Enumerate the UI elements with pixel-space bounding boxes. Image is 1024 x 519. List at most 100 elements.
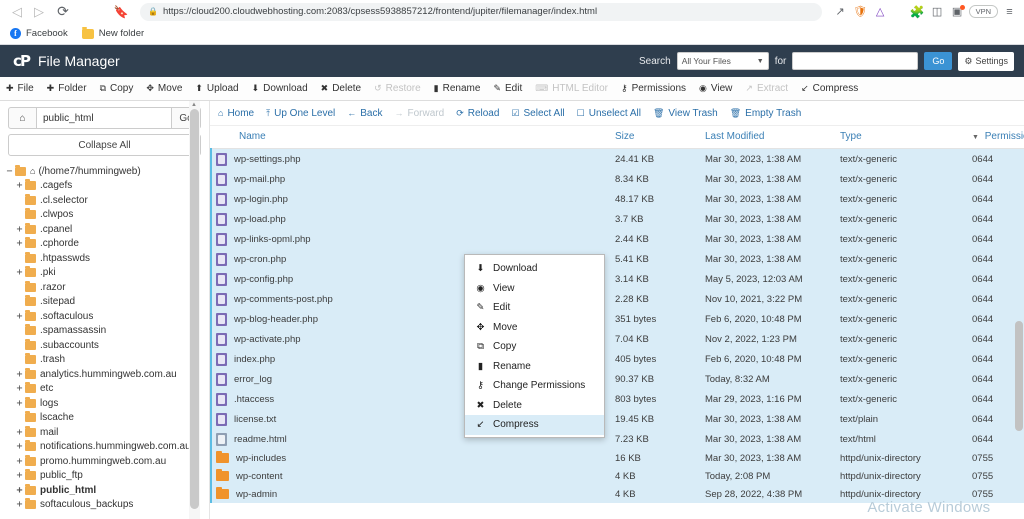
- settings-button[interactable]: ⚙ Settings: [958, 51, 1014, 71]
- context-menu-rename[interactable]: ▮ Rename: [465, 357, 604, 377]
- table-row[interactable]: wp-blog-header.php 351 bytes Feb 6, 2020, …: [210, 309, 1024, 329]
- toolbar-rename-button[interactable]: ▮ Rename: [434, 83, 481, 94]
- context-menu-move[interactable]: ✥ Move: [465, 318, 604, 338]
- table-row[interactable]: wp-load.php 3.7 KB Mar 30, 2023, 1:38 AM te…: [210, 209, 1024, 229]
- forward-button[interactable]: ▷: [28, 2, 50, 22]
- table-row[interactable]: license.txt 19.45 KB Mar 30, 2023, 1:38 AM…: [210, 409, 1024, 429]
- toolbar-upload-button[interactable]: ⬆ Upload: [195, 83, 238, 94]
- expand-icon[interactable]: +: [14, 427, 25, 438]
- table-row[interactable]: wp-activate.php 7.04 KB Nov 2, 2022, 1:23 …: [210, 329, 1024, 349]
- toolbar-permissions-button[interactable]: ⚷ Permissions: [621, 83, 686, 94]
- cell-name[interactable]: wp-admin: [210, 485, 611, 503]
- column-header-type[interactable]: Type: [836, 126, 968, 149]
- back-button[interactable]: ◁: [6, 2, 28, 22]
- table-row[interactable]: wp-links-opml.php 2.44 KB Mar 30, 2023, 1:…: [210, 229, 1024, 249]
- table-row[interactable]: wp-login.php 48.17 KB Mar 30, 2023, 1:38 A…: [210, 189, 1024, 209]
- filenav-up-one-level-button[interactable]: ⤒ Up One Level: [266, 108, 335, 119]
- menu-icon[interactable]: ≡: [1001, 3, 1018, 21]
- scrollbar-thumb[interactable]: [1015, 321, 1023, 431]
- expand-icon[interactable]: +: [14, 311, 25, 322]
- tree-item-htpasswds[interactable]: .htpasswds: [4, 251, 209, 266]
- tree-item-cl-selector[interactable]: .cl.selector: [4, 193, 209, 208]
- collapse-icon[interactable]: −: [4, 166, 15, 177]
- tree-item-home7-hummingweb[interactable]: − ⌂ (/home7/hummingweb): [4, 164, 209, 179]
- tree-item-mail[interactable]: + mail: [4, 425, 209, 440]
- cell-name[interactable]: wp-login.php: [210, 189, 611, 209]
- filenav-home-button[interactable]: ⌂ Home: [218, 108, 254, 119]
- tree-item-lscache[interactable]: lscache: [4, 411, 209, 426]
- table-row[interactable]: wp-content 4 KB Today, 2:08 PM httpd/unix-d…: [210, 467, 1024, 485]
- tree-item-razor[interactable]: .razor: [4, 280, 209, 295]
- filenav-view-trash-button[interactable]: 🗑 View Trash: [653, 108, 718, 119]
- toolbar-delete-button[interactable]: ✖ Delete: [321, 83, 361, 94]
- reload-button[interactable]: ⟳: [50, 2, 76, 22]
- table-row[interactable]: wp-includes 16 KB Mar 30, 2023, 1:38 AM htt…: [210, 449, 1024, 467]
- table-row[interactable]: readme.html 7.23 KB Mar 30, 2023, 1:38 AM t…: [210, 429, 1024, 449]
- expand-icon[interactable]: +: [14, 441, 25, 452]
- search-go-button[interactable]: Go: [924, 52, 953, 70]
- tree-item-cpanel[interactable]: + .cpanel: [4, 222, 209, 237]
- toolbar-edit-button[interactable]: ✎ Edit: [493, 83, 522, 94]
- column-header-last-modified[interactable]: Last Modified: [701, 126, 836, 149]
- tree-item-spamassassin[interactable]: .spamassassin: [4, 324, 209, 339]
- context-menu-download[interactable]: ⬇ Download: [465, 259, 604, 279]
- cell-name[interactable]: wp-links-opml.php: [210, 229, 611, 249]
- tree-item-logs[interactable]: + logs: [4, 396, 209, 411]
- toolbar-download-button[interactable]: ⬇ Download: [252, 83, 308, 94]
- cell-name[interactable]: wp-settings.php: [210, 148, 611, 169]
- table-row[interactable]: wp-config.php 3.14 KB May 5, 2023, 12:03 A…: [210, 269, 1024, 289]
- tree-item-cphorde[interactable]: + .cphorde: [4, 237, 209, 252]
- scroll-up-arrow-icon[interactable]: ▲: [191, 102, 197, 108]
- table-row[interactable]: wp-mail.php 8.34 KB Mar 30, 2023, 1:38 AM t…: [210, 169, 1024, 189]
- context-menu-edit[interactable]: ✎ Edit: [465, 298, 604, 318]
- filenav-back-button[interactable]: ← Back: [347, 108, 382, 119]
- file-pane-scrollbar[interactable]: [1015, 141, 1024, 519]
- filenav-reload-button[interactable]: ⟳ Reload: [456, 108, 499, 119]
- share-icon[interactable]: ↗: [832, 3, 849, 21]
- screenshot-icon[interactable]: ▣: [949, 3, 966, 21]
- expand-icon[interactable]: +: [14, 398, 25, 409]
- tree-item-softaculous-backups[interactable]: + softaculous_backups: [4, 498, 209, 513]
- table-row[interactable]: wp-comments-post.php 2.28 KB Nov 10, 2021,…: [210, 289, 1024, 309]
- context-menu-delete[interactable]: ✖ Delete: [465, 396, 604, 416]
- tree-item-softaculous[interactable]: + .softaculous: [4, 309, 209, 324]
- tree-item-clwpos[interactable]: .clwpos: [4, 208, 209, 223]
- table-row[interactable]: index.php 405 bytes Feb 6, 2020, 10:48 PM t…: [210, 349, 1024, 369]
- tree-item-subaccounts[interactable]: .subaccounts: [4, 338, 209, 353]
- table-row[interactable]: wp-cron.php 5.41 KB Mar 30, 2023, 1:38 AM t…: [210, 249, 1024, 269]
- toolbar-view-button[interactable]: ◉ View: [699, 83, 732, 94]
- puzzle-extension-icon[interactable]: 🧩: [909, 3, 926, 21]
- scrollbar-thumb[interactable]: [190, 109, 199, 509]
- tree-item-notifications-hummingweb-com-au[interactable]: + notifications.hummingweb.com.au: [4, 440, 209, 455]
- column-header-size[interactable]: Size: [611, 126, 701, 149]
- context-menu-view[interactable]: ◉ View: [465, 279, 604, 299]
- expand-icon[interactable]: +: [14, 267, 25, 278]
- context-menu-copy[interactable]: ⧉ Copy: [465, 337, 604, 357]
- bookmark-icon[interactable]: 🔖: [106, 5, 136, 19]
- toolbar-folder-button[interactable]: ✚ Folder: [47, 83, 87, 94]
- bookmark-new-folder[interactable]: New folder: [81, 26, 144, 39]
- tree-item-public-html[interactable]: + public_html: [4, 483, 209, 498]
- sidebar-panel-icon[interactable]: ◫: [929, 3, 946, 21]
- toolbar-file-button[interactable]: ✚ File: [6, 83, 34, 94]
- url-bar[interactable]: 🔒 https://cloud200.cloudwebhosting.com:2…: [140, 2, 822, 21]
- expand-icon[interactable]: +: [14, 383, 25, 394]
- cell-name[interactable]: wp-includes: [210, 449, 611, 467]
- toolbar-copy-button[interactable]: ⧉ Copy: [100, 83, 134, 94]
- expand-icon[interactable]: +: [14, 238, 25, 249]
- filenav-empty-trash-button[interactable]: 🗑 Empty Trash: [730, 108, 802, 119]
- expand-icon[interactable]: +: [14, 369, 25, 380]
- tree-item-analytics-hummingweb-com-au[interactable]: + analytics.hummingweb.com.au: [4, 367, 209, 382]
- column-header-name[interactable]: Name: [211, 126, 611, 149]
- toolbar-compress-button[interactable]: ↙ Compress: [801, 83, 858, 94]
- cell-name[interactable]: wp-load.php: [210, 209, 611, 229]
- cell-name[interactable]: wp-mail.php: [210, 169, 611, 189]
- expand-icon[interactable]: +: [14, 470, 25, 481]
- tree-item-sitepad[interactable]: .sitepad: [4, 295, 209, 310]
- warning-triangle-icon[interactable]: △: [872, 3, 889, 21]
- expand-icon[interactable]: +: [14, 456, 25, 467]
- shield-icon[interactable]: 🛡: [852, 3, 869, 21]
- collapse-all-button[interactable]: Collapse All: [8, 134, 201, 156]
- filenav-select-all-button[interactable]: ☑ Select All: [511, 108, 564, 119]
- search-input[interactable]: [792, 52, 919, 70]
